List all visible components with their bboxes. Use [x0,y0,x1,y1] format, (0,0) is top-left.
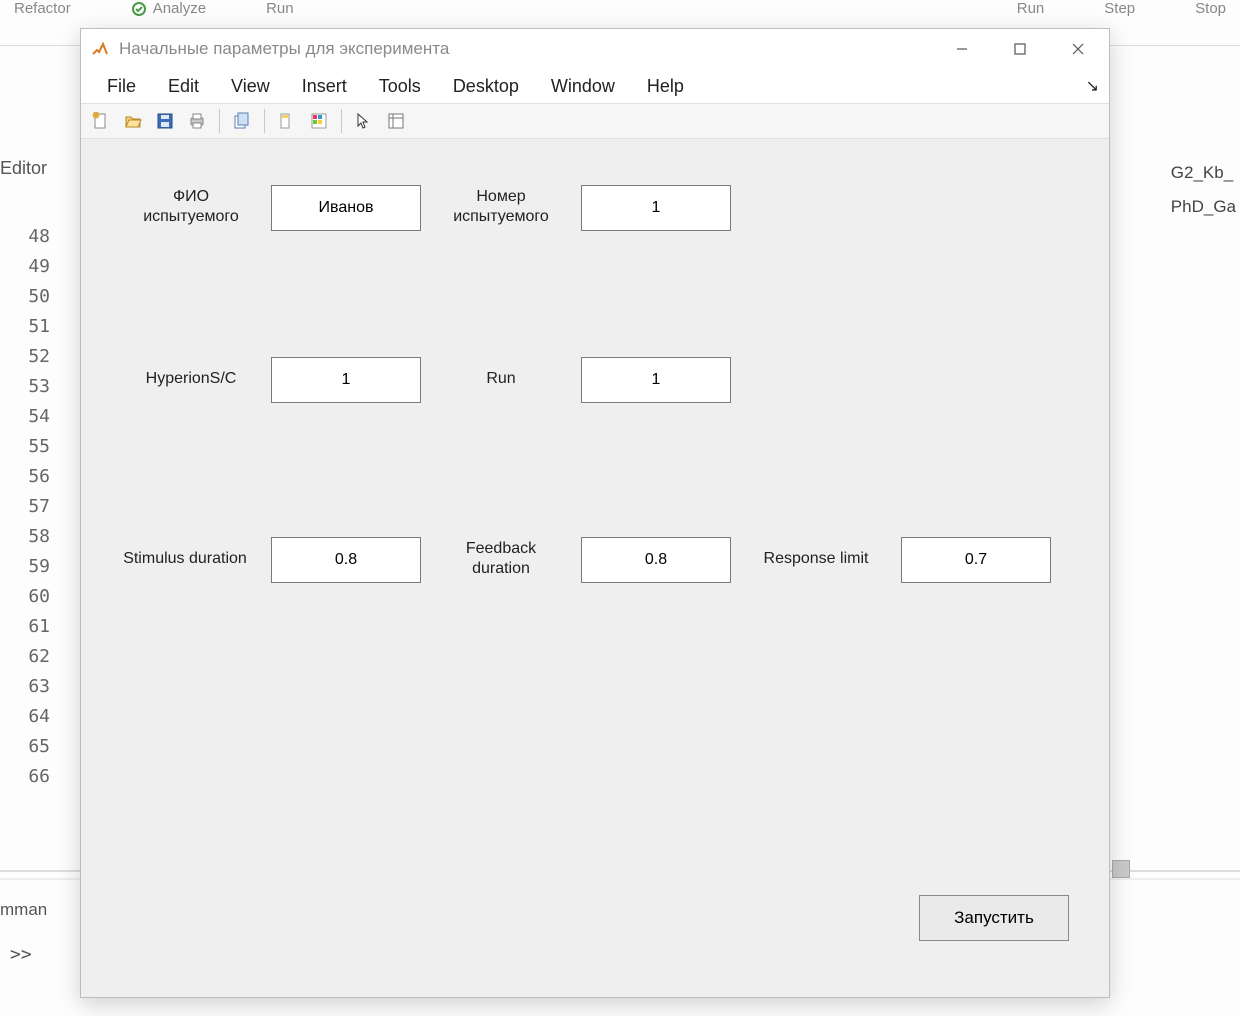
input-response-limit[interactable] [901,537,1051,583]
bg-line-number: 61 [10,612,50,642]
pointer-icon[interactable] [350,107,378,135]
print-icon[interactable] [183,107,211,135]
menu-desktop[interactable]: Desktop [437,72,535,101]
figure-body: ФИО испытуемого Номер испытуемого Hyperi… [81,139,1109,997]
input-subject-name[interactable] [271,185,421,231]
titlebar: Начальные параметры для эксперимента [81,29,1109,69]
label-response-limit: Response limit [741,549,891,569]
bg-top-run: Run [266,0,294,17]
menu-file[interactable]: File [91,72,152,101]
menu-edit[interactable]: Edit [152,72,215,101]
bg-line-gutter: 48495051525354555657585960616263646566 [10,222,50,792]
label-subject-name: ФИО испытуемого [121,187,261,227]
launch-button[interactable]: Запустить [919,895,1069,941]
bg-top-run2: Run [1017,0,1045,17]
label-subject-number: Номер испытуемого [431,187,571,227]
bg-line-number: 54 [10,402,50,432]
bg-line-number: 59 [10,552,50,582]
bg-line-number: 66 [10,762,50,792]
matlab-icon [91,40,109,58]
bg-top-refactor: Refactor [14,0,71,17]
open-folder-icon[interactable] [119,107,147,135]
bg-line-number: 55 [10,432,50,462]
label-run: Run [431,369,571,389]
bg-scrollbar-corner [1112,860,1130,878]
bg-line-number: 58 [10,522,50,552]
toolbar-separator [264,109,265,133]
menu-view[interactable]: View [215,72,286,101]
bg-file-list: G2_Kb_PhD_Ga [1171,156,1236,224]
bg-line-number: 57 [10,492,50,522]
maximize-button[interactable] [991,29,1049,69]
label-stimulus-duration: Stimulus duration [105,549,265,569]
figure-copy-icon[interactable] [228,107,256,135]
bg-line-number: 62 [10,642,50,672]
bg-top-step: Step [1104,0,1135,17]
menu-help[interactable]: Help [631,72,700,101]
close-button[interactable] [1049,29,1107,69]
window-title: Начальные параметры для эксперимента [119,39,449,59]
bg-line-number: 63 [10,672,50,702]
bg-command-label: mman [0,900,47,920]
bg-line-number: 49 [10,252,50,282]
menu-window[interactable]: Window [535,72,631,101]
bg-file-item: PhD_Ga [1171,190,1236,224]
bg-file-item: G2_Kb_ [1171,156,1236,190]
menu-tools[interactable]: Tools [363,72,437,101]
colorbar-icon[interactable] [305,107,333,135]
bg-prompt: >> [10,944,32,965]
input-subject-number[interactable] [581,185,731,231]
bg-line-number: 56 [10,462,50,492]
minimize-button[interactable] [933,29,991,69]
bg-line-number: 60 [10,582,50,612]
save-icon[interactable] [151,107,179,135]
bg-top-stop: Stop [1195,0,1226,17]
bg-line-number: 53 [10,372,50,402]
label-feedback-duration: Feedback duration [431,539,571,579]
input-feedback-duration[interactable] [581,537,731,583]
menu-insert[interactable]: Insert [286,72,363,101]
input-stimulus-duration[interactable] [271,537,421,583]
bg-line-number: 64 [10,702,50,732]
input-run[interactable] [581,357,731,403]
analyze-icon [131,1,147,17]
bg-line-number: 51 [10,312,50,342]
bg-line-number: 65 [10,732,50,762]
axes-properties-icon[interactable] [382,107,410,135]
figure-window: Начальные параметры для эксперимента Fil… [80,28,1110,998]
label-hyperion: HyperionS/C [121,369,261,389]
bg-line-number: 50 [10,282,50,312]
toolbar-separator [341,109,342,133]
new-file-icon[interactable] [87,107,115,135]
datatip-icon[interactable] [273,107,301,135]
toolbar-separator [219,109,220,133]
figure-toolbar [81,103,1109,139]
menubar: File Edit View Insert Tools Desktop Wind… [81,69,1109,103]
bg-top-analyze: Analyze [153,0,206,17]
bg-editor-label: Editor [0,158,47,179]
input-hyperion[interactable] [271,357,421,403]
bg-line-number: 52 [10,342,50,372]
bg-line-number: 48 [10,222,50,252]
dock-toggle-icon[interactable]: ↘ [1077,76,1099,96]
